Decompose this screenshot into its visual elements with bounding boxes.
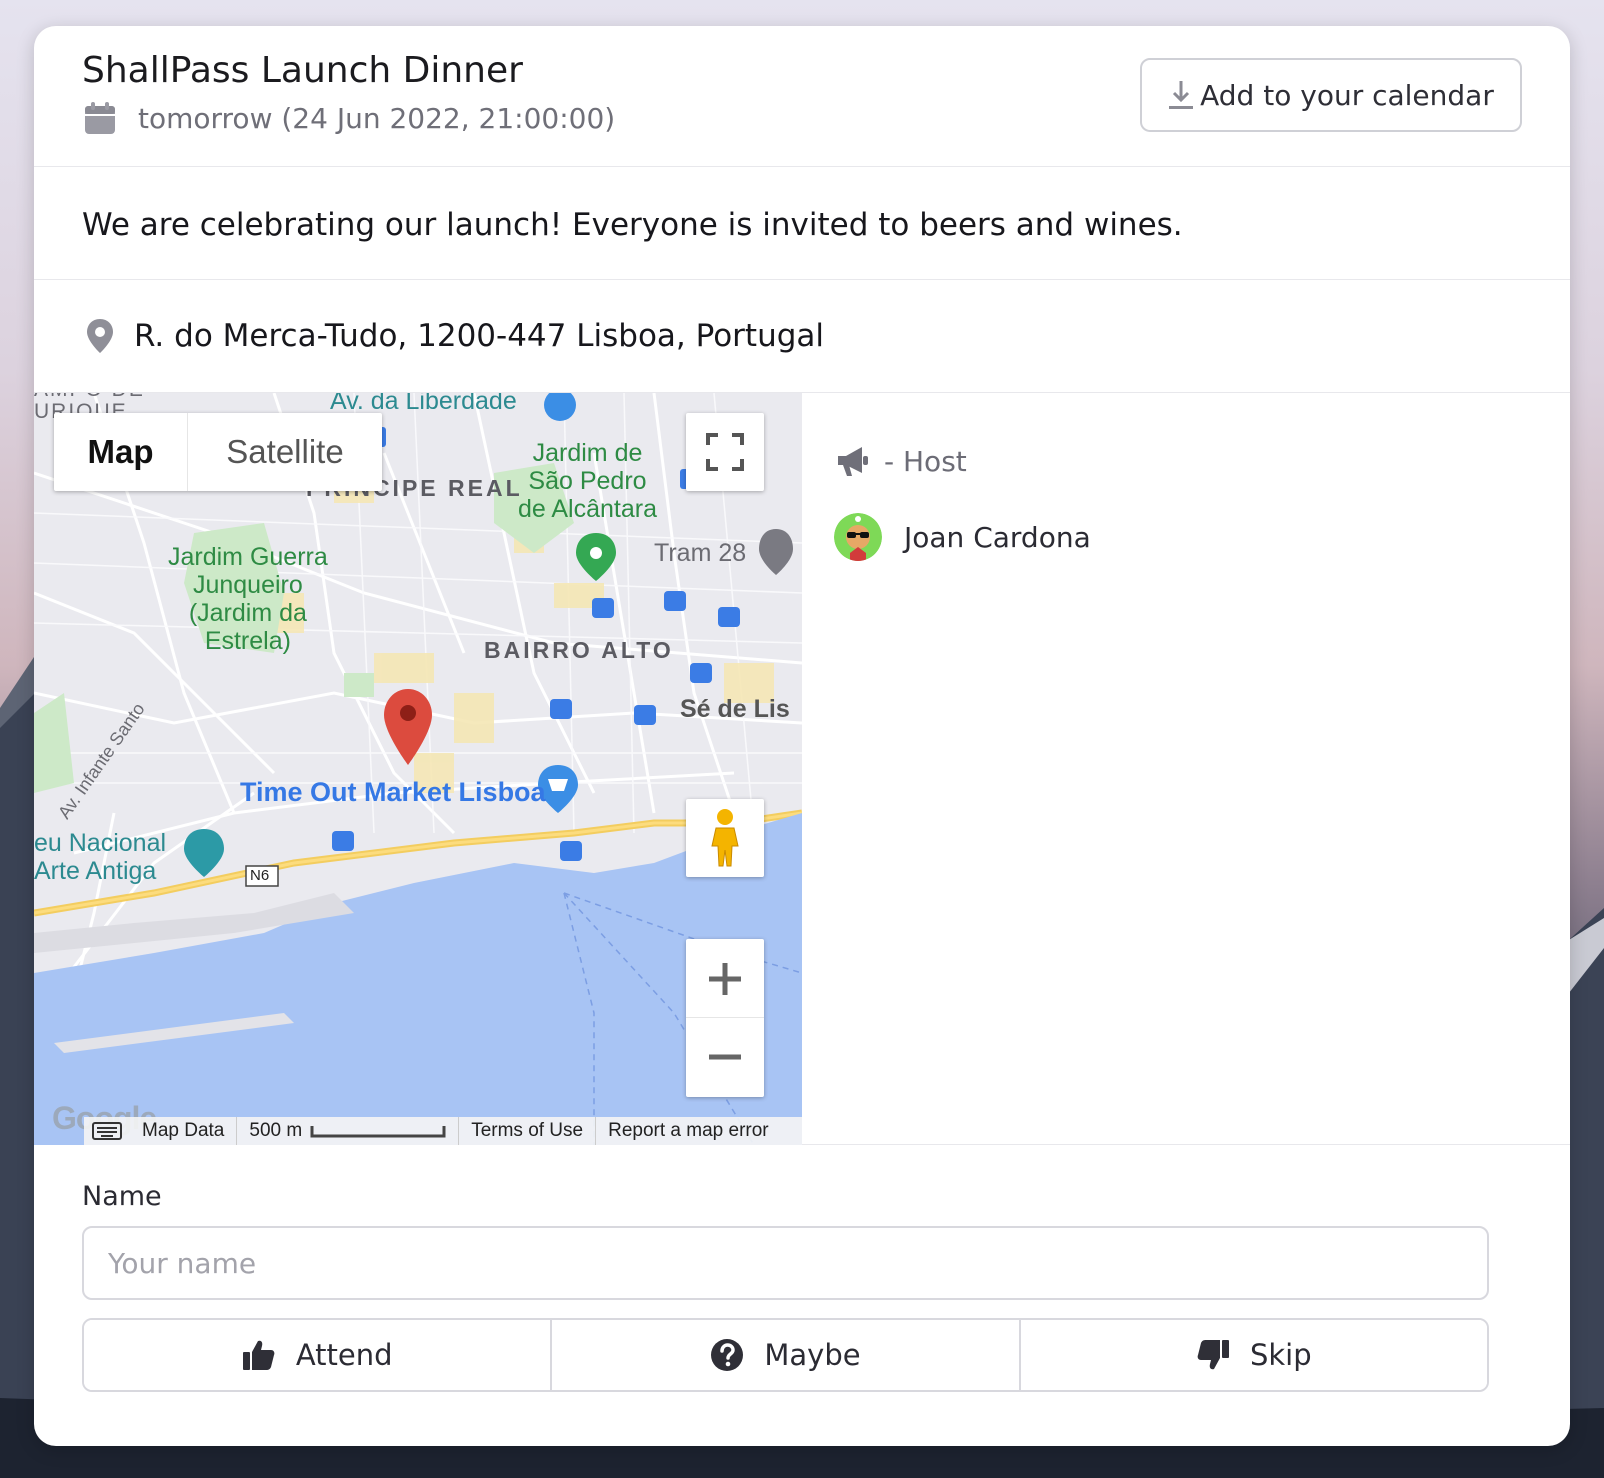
map-label-liberdade: Av. da Liberdade bbox=[330, 393, 517, 415]
skip-button[interactable]: Skip bbox=[1018, 1320, 1487, 1390]
pegman-icon bbox=[711, 809, 739, 867]
event-date: tomorrow (24 Jun 2022, 21:00:00) bbox=[138, 101, 616, 135]
map-attribution-bar: Map Data 500 m Terms of Use Report a map… bbox=[84, 1117, 802, 1145]
terms-of-use-link[interactable]: Terms of Use bbox=[459, 1117, 597, 1145]
attendee-row: Joan Cardona bbox=[834, 513, 1091, 561]
map-data-link[interactable]: Map Data bbox=[130, 1117, 238, 1145]
event-date-row: tomorrow (24 Jun 2022, 21:00:00) bbox=[82, 100, 615, 136]
street-view-pegman[interactable] bbox=[686, 799, 764, 877]
zoom-in-button[interactable] bbox=[686, 940, 764, 1018]
rsvp-form: Name Attend Maybe bbox=[34, 1145, 1570, 1392]
rsvp-buttons: Attend Maybe Skip bbox=[82, 1318, 1489, 1392]
thumbs-up-icon bbox=[242, 1340, 275, 1370]
map-label-time-out-market[interactable]: Time Out Market Lisboa bbox=[240, 777, 546, 808]
add-to-calendar-label: Add to your calendar bbox=[1200, 78, 1494, 112]
skip-label: Skip bbox=[1249, 1338, 1312, 1372]
map-and-attendees: AMPO DE URIQUE Av. da Liberdade PRÍNCIPE… bbox=[34, 393, 1570, 1145]
map-label-bairro-alto: BAIRRO ALTO bbox=[484, 637, 674, 663]
zoom-control bbox=[686, 939, 764, 1097]
attend-label: Attend bbox=[295, 1338, 393, 1372]
attendee-name: Joan Cardona bbox=[904, 520, 1091, 554]
keyboard-shortcuts-icon[interactable] bbox=[84, 1117, 130, 1145]
name-label: Name bbox=[82, 1181, 162, 1212]
calendar-icon bbox=[85, 102, 115, 134]
map-pin-icon bbox=[87, 319, 113, 353]
host-label: - Host bbox=[884, 444, 967, 478]
fullscreen-icon bbox=[706, 433, 744, 471]
add-to-calendar-button[interactable]: Add to your calendar bbox=[1140, 58, 1522, 132]
download-icon bbox=[1169, 81, 1194, 109]
zoom-out-button[interactable] bbox=[686, 1018, 764, 1096]
event-header: ShallPass Launch Dinner tomorrow (24 Jun… bbox=[34, 26, 1570, 167]
map-label-jardim-estrela: Jardim Guerra Junqueiro (Jardim da Estre… bbox=[168, 543, 328, 655]
map-label-sao-pedro: Jardim de São Pedro de Alcântara bbox=[518, 439, 657, 523]
event-card: ShallPass Launch Dinner tomorrow (24 Jun… bbox=[34, 26, 1570, 1446]
map-type-satellite-button[interactable]: Satellite bbox=[188, 413, 382, 491]
report-map-error-link[interactable]: Report a map error bbox=[596, 1117, 781, 1145]
map-type-control: Map Satellite bbox=[54, 413, 382, 491]
map-type-map-button[interactable]: Map bbox=[54, 413, 188, 491]
host-row: - Host bbox=[834, 441, 1091, 481]
maybe-label: Maybe bbox=[764, 1338, 861, 1372]
thumbs-down-icon bbox=[1197, 1340, 1229, 1370]
maybe-button[interactable]: Maybe bbox=[550, 1320, 1019, 1390]
map-label-tram: Tram 28 bbox=[654, 539, 747, 567]
event-location: R. do Merca-Tudo, 1200-447 Lisboa, Portu… bbox=[34, 280, 1570, 393]
google-map[interactable]: AMPO DE URIQUE Av. da Liberdade PRÍNCIPE… bbox=[34, 393, 802, 1145]
fullscreen-button[interactable] bbox=[686, 413, 764, 491]
megaphone-icon bbox=[838, 447, 868, 476]
map-label-museu: eu Nacional Arte Antiga bbox=[34, 829, 167, 885]
event-title: ShallPass Launch Dinner bbox=[82, 50, 523, 91]
event-address: R. do Merca-Tudo, 1200-447 Lisboa, Portu… bbox=[134, 318, 825, 354]
map-label-road-n6: N6 bbox=[250, 867, 270, 884]
avatar bbox=[834, 513, 882, 561]
plus-icon bbox=[709, 962, 741, 995]
map-label-se: Sé de Lis bbox=[680, 695, 790, 723]
name-input[interactable] bbox=[82, 1226, 1489, 1300]
minus-icon bbox=[709, 1054, 741, 1060]
map-scale[interactable]: 500 m bbox=[237, 1117, 460, 1145]
attendees-list: - Host Joan Cardona bbox=[834, 441, 1091, 561]
event-description: We are celebrating our launch! Everyone … bbox=[34, 167, 1570, 280]
question-circle-icon bbox=[711, 1339, 744, 1371]
attend-button[interactable]: Attend bbox=[84, 1320, 551, 1390]
